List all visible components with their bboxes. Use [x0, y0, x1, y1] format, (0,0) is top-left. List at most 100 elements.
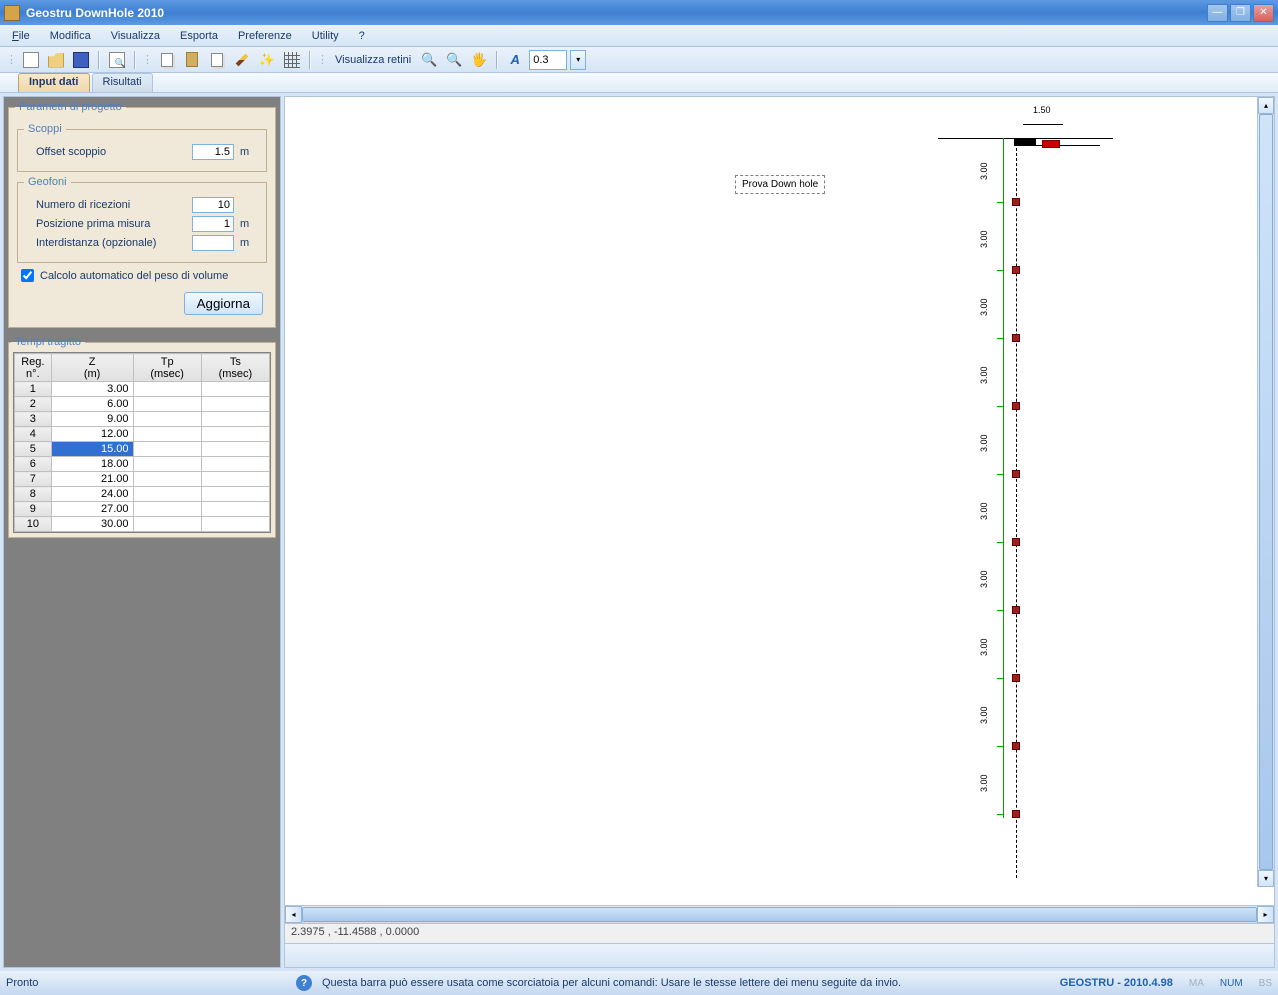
- pos-prima-misura-label: Posizione prima misura: [36, 218, 192, 230]
- font-button[interactable]: A: [504, 49, 526, 71]
- font-icon: A: [511, 52, 520, 67]
- depth-interval-label: 3.00: [979, 706, 989, 724]
- pencil-icon: [236, 53, 249, 66]
- menubar: File Modifica Visualizza Esporta Prefere…: [0, 25, 1278, 47]
- menu-help[interactable]: ?: [355, 28, 369, 44]
- ts-cell[interactable]: [201, 517, 269, 532]
- menu-modifica[interactable]: Modifica: [46, 28, 95, 44]
- pan-button[interactable]: 🖐: [468, 49, 490, 71]
- scoppi-fieldset: Scoppi Offset scoppio m: [17, 123, 267, 172]
- z-cell[interactable]: 18.00: [51, 457, 133, 472]
- z-cell[interactable]: 15.00: [51, 442, 133, 457]
- save-button[interactable]: [70, 49, 92, 71]
- ts-cell[interactable]: [201, 457, 269, 472]
- grid-button[interactable]: [281, 49, 303, 71]
- header-tp: Tp(msec): [133, 354, 201, 382]
- table-row[interactable]: 618.00: [15, 457, 270, 472]
- close-button[interactable]: ✕: [1253, 4, 1274, 22]
- z-cell[interactable]: 27.00: [51, 502, 133, 517]
- wizard-button[interactable]: ✨: [256, 49, 278, 71]
- tabstrip: Input dati Risultati: [0, 73, 1278, 93]
- ts-cell[interactable]: [201, 412, 269, 427]
- scroll-left-button[interactable]: ◂: [285, 906, 302, 923]
- preview-button[interactable]: [106, 49, 128, 71]
- tp-cell[interactable]: [133, 487, 201, 502]
- interdistanza-input[interactable]: [192, 235, 234, 251]
- ts-cell[interactable]: [201, 472, 269, 487]
- tempi-tragitto-fieldset: Tempi tragitto Reg.n°. Z(m) Tp(msec) Ts(…: [8, 336, 276, 538]
- new-button[interactable]: [20, 49, 42, 71]
- tab-risultati[interactable]: Risultati: [92, 73, 153, 92]
- table-row[interactable]: 515.00: [15, 442, 270, 457]
- tp-cell[interactable]: [133, 442, 201, 457]
- tp-cell[interactable]: [133, 382, 201, 397]
- tempi-table[interactable]: Reg.n°. Z(m) Tp(msec) Ts(msec) 13.0026.0…: [14, 353, 270, 532]
- vertical-scrollbar[interactable]: ▴ ▾: [1257, 97, 1274, 887]
- tp-cell[interactable]: [133, 472, 201, 487]
- z-cell[interactable]: 9.00: [51, 412, 133, 427]
- copy-button[interactable]: [156, 49, 178, 71]
- font-size-dropdown[interactable]: ▾: [570, 50, 586, 70]
- menu-utility[interactable]: Utility: [308, 28, 343, 44]
- maximize-button[interactable]: ❐: [1230, 4, 1251, 22]
- z-cell[interactable]: 21.00: [51, 472, 133, 487]
- table-row[interactable]: 1030.00: [15, 517, 270, 532]
- ts-cell[interactable]: [201, 382, 269, 397]
- table-row[interactable]: 721.00: [15, 472, 270, 487]
- scroll-up-button[interactable]: ▴: [1258, 97, 1274, 114]
- z-cell[interactable]: 30.00: [51, 517, 133, 532]
- paste-button[interactable]: [181, 49, 203, 71]
- schematic-canvas[interactable]: Prova Down hole 1.50 3.003.003.003.003.0…: [285, 97, 1274, 905]
- pos-prima-misura-input[interactable]: [192, 216, 234, 232]
- table-row[interactable]: 412.00: [15, 427, 270, 442]
- ts-cell[interactable]: [201, 502, 269, 517]
- ts-cell[interactable]: [201, 397, 269, 412]
- table-row[interactable]: 39.00: [15, 412, 270, 427]
- z-cell[interactable]: 6.00: [51, 397, 133, 412]
- z-cell[interactable]: 24.00: [51, 487, 133, 502]
- pos-unit: m: [240, 218, 258, 230]
- header-ts: Ts(msec): [201, 354, 269, 382]
- receiver-marker: [1012, 742, 1020, 750]
- tp-cell[interactable]: [133, 517, 201, 532]
- export-button[interactable]: [206, 49, 228, 71]
- table-row[interactable]: 26.00: [15, 397, 270, 412]
- offset-scoppio-input[interactable]: [192, 144, 234, 160]
- scroll-down-button[interactable]: ▾: [1258, 870, 1274, 887]
- row-number: 4: [15, 427, 52, 442]
- ts-cell[interactable]: [201, 487, 269, 502]
- row-number: 9: [15, 502, 52, 517]
- tp-cell[interactable]: [133, 457, 201, 472]
- aggiorna-button[interactable]: Aggiorna: [184, 292, 263, 315]
- minimize-button[interactable]: —: [1207, 4, 1228, 22]
- z-cell[interactable]: 3.00: [51, 382, 133, 397]
- open-button[interactable]: [45, 49, 67, 71]
- zoom-in-button[interactable]: 🔍: [418, 49, 440, 71]
- scroll-right-button[interactable]: ▸: [1257, 906, 1274, 923]
- num-ricezioni-input[interactable]: [192, 197, 234, 213]
- edit-button[interactable]: [231, 49, 253, 71]
- ts-cell[interactable]: [201, 427, 269, 442]
- tab-input-dati[interactable]: Input dati: [18, 73, 90, 92]
- horizontal-scrollbar[interactable]: ◂ ▸: [285, 905, 1274, 923]
- status-bs: BS: [1259, 978, 1272, 989]
- zoom-out-icon: 🔍: [446, 52, 462, 68]
- tp-cell[interactable]: [133, 427, 201, 442]
- tp-cell[interactable]: [133, 412, 201, 427]
- menu-preferenze[interactable]: Preferenze: [234, 28, 296, 44]
- menu-visualizza[interactable]: Visualizza: [107, 28, 164, 44]
- table-row[interactable]: 13.00: [15, 382, 270, 397]
- row-number: 8: [15, 487, 52, 502]
- font-size-input[interactable]: [529, 50, 567, 70]
- zoom-out-button[interactable]: 🔍: [443, 49, 465, 71]
- table-row[interactable]: 824.00: [15, 487, 270, 502]
- menu-file[interactable]: File: [8, 28, 34, 44]
- menu-esporta[interactable]: Esporta: [176, 28, 222, 44]
- tp-cell[interactable]: [133, 502, 201, 517]
- table-row[interactable]: 927.00: [15, 502, 270, 517]
- ts-cell[interactable]: [201, 442, 269, 457]
- depth-interval-label: 3.00: [979, 502, 989, 520]
- z-cell[interactable]: 12.00: [51, 427, 133, 442]
- tp-cell[interactable]: [133, 397, 201, 412]
- auto-peso-checkbox[interactable]: [21, 269, 34, 282]
